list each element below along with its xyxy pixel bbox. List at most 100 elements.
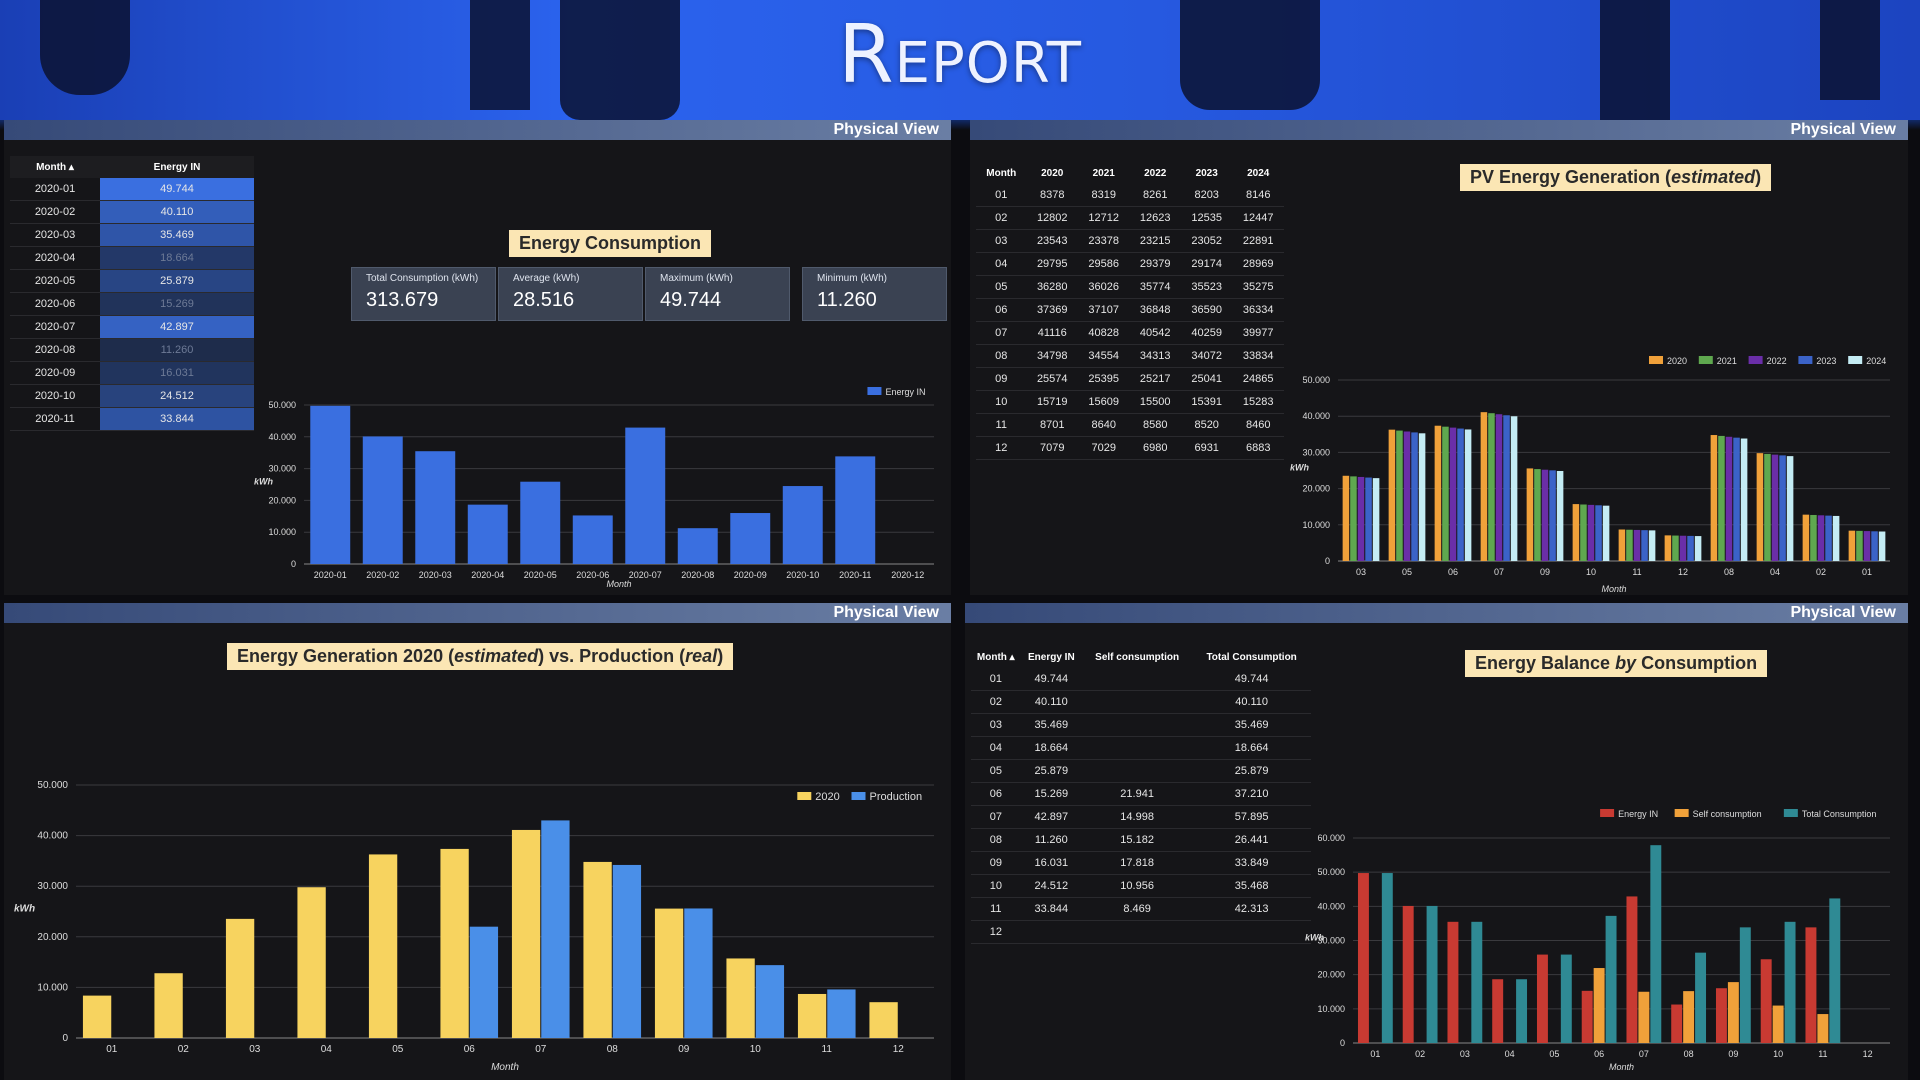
bar-2020[interactable] bbox=[1388, 429, 1396, 561]
bar-2024[interactable] bbox=[1602, 505, 1610, 561]
bar-2021[interactable] bbox=[1718, 435, 1725, 561]
bar-2021[interactable] bbox=[1534, 469, 1541, 561]
table-row[interactable]: 06 37369 37107 36848 36590 36334 bbox=[976, 298, 1284, 322]
bar-2020[interactable] bbox=[583, 861, 612, 1038]
bar-2023[interactable] bbox=[1365, 477, 1372, 561]
table-row[interactable]: 07 42.897 14.998 57.895 bbox=[971, 805, 1311, 829]
bar-total-consumption[interactable] bbox=[1650, 845, 1662, 1043]
bar-2020[interactable] bbox=[869, 1002, 898, 1038]
bar-production[interactable] bbox=[612, 864, 642, 1038]
bar-self-consumption[interactable] bbox=[1817, 1014, 1829, 1043]
bar-2020[interactable] bbox=[1342, 475, 1350, 561]
column-header-1[interactable]: 2020 bbox=[1027, 162, 1078, 184]
bar-energy-in[interactable] bbox=[1805, 927, 1817, 1043]
bar-energy-in[interactable] bbox=[1626, 896, 1638, 1043]
bar-2022[interactable] bbox=[1541, 469, 1549, 561]
bar-total-consumption[interactable] bbox=[1426, 905, 1438, 1043]
table-row[interactable]: 04 29795 29586 29379 29174 28969 bbox=[976, 252, 1284, 276]
table-row[interactable]: 2020-07 42.897 bbox=[10, 315, 254, 339]
table-row[interactable]: 2020-02 40.110 bbox=[10, 200, 254, 224]
table-row[interactable]: 2020-10 24.512 bbox=[10, 384, 254, 408]
table-row[interactable]: 11 33.844 8.469 42.313 bbox=[971, 897, 1311, 921]
bar-self-consumption[interactable] bbox=[1638, 991, 1650, 1043]
bar-energy-in[interactable] bbox=[1715, 988, 1727, 1043]
bar-2021[interactable] bbox=[1442, 426, 1449, 561]
bar-2024[interactable] bbox=[1648, 530, 1656, 561]
bar-2022[interactable] bbox=[1587, 504, 1595, 561]
column-header-2[interactable]: Self consumption bbox=[1082, 646, 1192, 668]
table-row[interactable]: 02 40.110 40.110 bbox=[971, 690, 1311, 714]
bar-2024[interactable] bbox=[1832, 515, 1840, 561]
bar-energy-in[interactable] bbox=[730, 513, 771, 564]
table-row[interactable]: 2020-06 15.269 bbox=[10, 292, 254, 316]
bar-2020[interactable] bbox=[440, 848, 469, 1038]
table-row[interactable]: 01 8378 8319 8261 8203 8146 bbox=[976, 184, 1284, 207]
bar-2020[interactable] bbox=[1710, 435, 1718, 561]
table-row[interactable]: 05 25.879 25.879 bbox=[971, 759, 1311, 783]
column-header-3[interactable]: Total Consumption bbox=[1192, 646, 1311, 668]
table-row[interactable]: 2020-04 18.664 bbox=[10, 246, 254, 270]
bar-2020[interactable] bbox=[82, 995, 112, 1038]
bar-production[interactable] bbox=[827, 989, 856, 1038]
bar-total-consumption[interactable] bbox=[1560, 954, 1572, 1043]
bar-2024[interactable] bbox=[1694, 536, 1702, 561]
table-row[interactable]: 08 11.260 15.182 26.441 bbox=[971, 828, 1311, 852]
bar-2021[interactable] bbox=[1672, 535, 1679, 561]
bar-2020[interactable] bbox=[368, 854, 398, 1038]
bar-total-consumption[interactable] bbox=[1516, 979, 1528, 1043]
table-row[interactable]: 2020-01 49.744 bbox=[10, 178, 254, 201]
column-header-energy-in[interactable]: Energy IN bbox=[100, 156, 254, 178]
bar-energy-in[interactable] bbox=[782, 486, 823, 564]
bar-total-consumption[interactable] bbox=[1381, 873, 1393, 1043]
bar-energy-in[interactable] bbox=[572, 515, 613, 564]
table-row[interactable]: 06 15.269 21.941 37.210 bbox=[971, 782, 1311, 806]
bar-self-consumption[interactable] bbox=[1593, 968, 1605, 1043]
bar-energy-in[interactable] bbox=[1671, 1004, 1683, 1043]
column-header-4[interactable]: 2023 bbox=[1181, 162, 1232, 184]
bar-2021[interactable] bbox=[1488, 413, 1495, 561]
bar-2024[interactable] bbox=[1510, 416, 1518, 561]
bar-2022[interactable] bbox=[1495, 414, 1503, 561]
bar-2020[interactable] bbox=[297, 887, 326, 1038]
bar-2023[interactable] bbox=[1641, 530, 1648, 561]
bar-2020[interactable] bbox=[1480, 412, 1488, 561]
bar-2021[interactable] bbox=[1350, 476, 1357, 561]
table-row[interactable]: 12 bbox=[971, 920, 1311, 944]
bar-total-consumption[interactable] bbox=[1739, 927, 1751, 1043]
bar-2022[interactable] bbox=[1863, 531, 1871, 561]
bar-2021[interactable] bbox=[1856, 530, 1863, 561]
bar-energy-in[interactable] bbox=[520, 481, 561, 564]
bar-2023[interactable] bbox=[1825, 515, 1832, 561]
bar-energy-in[interactable] bbox=[625, 427, 666, 564]
bar-2023[interactable] bbox=[1871, 531, 1878, 561]
table-row[interactable]: 03 35.469 35.469 bbox=[971, 713, 1311, 737]
table-row[interactable]: 10 24.512 10.956 35.468 bbox=[971, 874, 1311, 898]
bar-2020[interactable] bbox=[511, 829, 541, 1038]
bar-self-consumption[interactable] bbox=[1772, 1005, 1784, 1043]
bar-2023[interactable] bbox=[1595, 505, 1602, 561]
bar-production[interactable] bbox=[755, 965, 785, 1038]
bar-2020[interactable] bbox=[726, 958, 755, 1038]
bar-2024[interactable] bbox=[1786, 456, 1794, 561]
bar-self-consumption[interactable] bbox=[1727, 982, 1739, 1043]
bar-energy-in[interactable] bbox=[1357, 873, 1369, 1043]
bar-2021[interactable] bbox=[1580, 504, 1587, 561]
bar-2024[interactable] bbox=[1740, 438, 1748, 561]
table-row[interactable]: 02 12802 12712 12623 12535 12447 bbox=[976, 206, 1284, 230]
bar-self-consumption[interactable] bbox=[1683, 991, 1695, 1043]
bar-2020[interactable] bbox=[1526, 468, 1534, 561]
bar-2023[interactable] bbox=[1733, 437, 1740, 561]
table-row[interactable]: 01 49.744 49.744 bbox=[971, 668, 1311, 691]
column-header-3[interactable]: 2022 bbox=[1129, 162, 1180, 184]
table-row[interactable]: 2020-08 11.260 bbox=[10, 338, 254, 362]
bar-total-consumption[interactable] bbox=[1784, 921, 1796, 1043]
bar-2021[interactable] bbox=[1626, 529, 1633, 561]
bar-2020[interactable] bbox=[1618, 529, 1626, 561]
bar-2022[interactable] bbox=[1679, 535, 1687, 561]
bar-2024[interactable] bbox=[1878, 531, 1886, 561]
column-header-0[interactable]: Month bbox=[976, 162, 1027, 184]
bar-energy-in[interactable] bbox=[1581, 990, 1593, 1043]
table-row[interactable]: 07 41116 40828 40542 40259 39977 bbox=[976, 321, 1284, 345]
table-row[interactable]: 08 34798 34554 34313 34072 33834 bbox=[976, 344, 1284, 368]
bar-energy-in[interactable] bbox=[310, 405, 351, 564]
